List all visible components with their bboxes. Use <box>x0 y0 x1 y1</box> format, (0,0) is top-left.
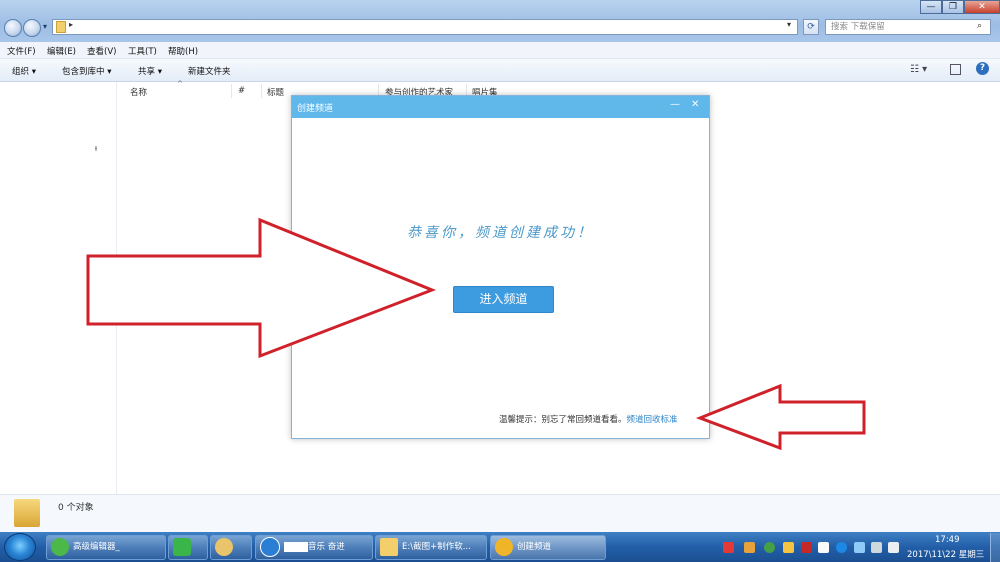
object-count: 0 个对象 <box>58 503 94 513</box>
address-text: ▸ <box>69 20 74 29</box>
view-options-icon[interactable]: ☷ ▾ <box>910 64 927 75</box>
menu-edit[interactable]: 编辑(E) <box>47 45 76 57</box>
search-icon[interactable]: ⌕ <box>977 21 982 31</box>
menu-view[interactable]: 查看(V) <box>87 45 116 57</box>
refresh-button[interactable]: ⟳ <box>803 19 819 35</box>
folder-icon <box>14 499 40 527</box>
sogou-ime-icon[interactable] <box>723 542 734 553</box>
clock-date[interactable]: 2017\11\22 星期三 <box>907 548 984 560</box>
tip-text: 温馨提示：别忘了常回频道看看。频道回收标准 <box>499 413 678 425</box>
preview-pane-icon[interactable] <box>950 64 961 75</box>
clock-time[interactable]: 17:49 <box>935 535 960 545</box>
nav-pane-fragment-icon: ᵼ <box>95 144 97 154</box>
menu-file[interactable]: 文件(F) <box>7 45 36 57</box>
sort-up-icon: ^ <box>177 80 183 88</box>
column-separator[interactable] <box>231 84 232 98</box>
enter-channel-button[interactable]: 进入频道 <box>453 286 554 313</box>
dialog-minimize-button[interactable]: — <box>670 99 680 110</box>
tray-app-icon[interactable] <box>783 542 794 553</box>
taskbar-label: 高级编辑器_ <box>73 542 120 552</box>
kugou-tray-icon[interactable] <box>836 542 847 553</box>
tray-app-icon[interactable] <box>744 542 755 553</box>
menu-tools[interactable]: 工具(T) <box>128 45 157 57</box>
close-button[interactable]: ✕ <box>964 0 1000 14</box>
dialog-title: 创建频道 <box>297 104 334 114</box>
display-icon[interactable] <box>871 542 882 553</box>
taskbar-item-music[interactable]: 音乐 奋进 <box>255 535 373 560</box>
dialog-close-button[interactable]: ✕ <box>691 99 699 110</box>
folder-icon <box>56 21 66 33</box>
organize-button[interactable]: 组织 ▾ <box>12 65 36 77</box>
column-name[interactable]: 名称 <box>130 86 147 98</box>
tray-app-icon[interactable] <box>818 542 829 553</box>
redacted-block <box>284 541 308 552</box>
kugou-music-icon <box>260 536 280 557</box>
taskbar-item-explorer[interactable]: E:\截图+制作软... <box>375 535 487 560</box>
minimize-button[interactable]: — <box>920 0 942 14</box>
recent-pages-chevron-icon[interactable]: ▾ <box>43 22 47 31</box>
details-pane <box>0 494 1000 533</box>
security-icon[interactable] <box>764 542 775 553</box>
help-icon[interactable]: ? <box>976 62 989 75</box>
search-input[interactable]: 搜索 下载保留 <box>825 19 991 35</box>
taskbar-label: 创建频道 <box>517 542 552 552</box>
taskbar-item-editor[interactable]: 高级编辑器_ <box>46 535 166 560</box>
address-dropdown-icon[interactable]: ▾ <box>787 20 791 29</box>
folder-icon <box>380 537 398 556</box>
channel-app-icon <box>495 537 513 556</box>
taskbar-item-paint[interactable] <box>210 535 252 560</box>
share-button[interactable]: 共享 ▾ <box>138 65 162 77</box>
include-in-library-button[interactable]: 包含到库中 ▾ <box>62 65 111 77</box>
channel-recycle-standard-link[interactable]: 频道回收标准 <box>627 415 678 425</box>
iqiyi-icon <box>173 537 191 556</box>
tip-prefix: 温馨提示：别忘了常回频道看看。 <box>499 415 627 425</box>
column-separator[interactable] <box>261 84 262 98</box>
taskbar-label: E:\截图+制作软... <box>402 542 471 552</box>
app-icon <box>51 537 69 556</box>
volume-icon[interactable] <box>888 542 899 553</box>
dialog-title-bar: 创建频道 — ✕ <box>292 96 709 118</box>
taskbar-label: 音乐 奋进 <box>308 542 345 552</box>
tray-app-icon[interactable] <box>801 542 812 553</box>
forward-button[interactable] <box>23 19 41 37</box>
paint-icon <box>215 537 233 556</box>
maximize-button[interactable]: ❐ <box>942 0 964 14</box>
address-path-redacted <box>83 20 353 34</box>
menu-help[interactable]: 帮助(H) <box>168 45 198 57</box>
address-bar[interactable]: ▸ ▾ <box>52 19 798 35</box>
taskbar-item-iqiyi[interactable] <box>168 535 208 560</box>
big-red-arrow-icon <box>86 217 437 359</box>
column-number[interactable]: # <box>238 86 245 96</box>
taskbar-item-create-channel[interactable]: 创建频道 <box>490 535 606 560</box>
back-button[interactable] <box>4 19 22 37</box>
small-red-arrow-icon <box>696 384 866 450</box>
network-icon[interactable] <box>854 542 865 553</box>
column-title[interactable]: 标题 <box>267 86 284 98</box>
start-button[interactable] <box>4 533 36 561</box>
show-desktop-button[interactable] <box>990 533 1000 562</box>
new-folder-button[interactable]: 新建文件夹 <box>188 65 231 77</box>
